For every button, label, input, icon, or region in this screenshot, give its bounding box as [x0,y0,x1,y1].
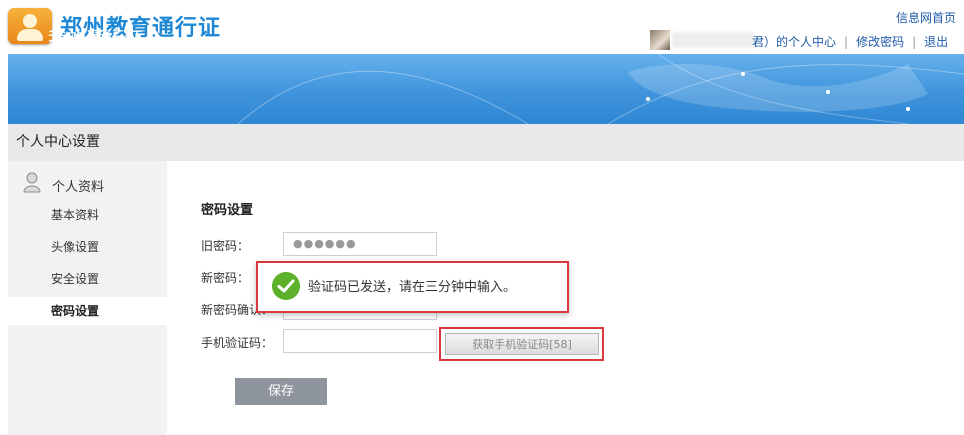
check-icon [272,272,300,300]
banner-title[interactable]: 我的通行证 ❯ [48,24,165,51]
sidebar-item-password[interactable]: 密码设置 [8,297,167,325]
banner-map-decoration [237,54,964,124]
profile-icon [23,172,41,193]
username-redacted [672,32,754,48]
save-button[interactable]: 保存 [235,378,327,405]
logo-icon [8,8,52,44]
logout-link[interactable]: 退出 [924,35,948,49]
old-password-label: 旧密码： [201,239,250,253]
sidebar-item-label: 密码设置 [51,304,100,318]
personal-center-link[interactable]: 君）的个人中心 [752,35,836,49]
sidebar-item-label: 头像设置 [51,240,100,254]
old-password-input[interactable]: ●●●●●● [283,232,437,256]
get-sms-code-button[interactable]: 获取手机验证码[58] [445,333,599,355]
sidebar-item-label: 基本资料 [51,208,100,222]
change-password-link[interactable]: 修改密码 [856,35,904,49]
old-password-value: ●●●●●● [293,237,357,250]
section-bar [8,124,964,161]
section-title: 个人中心设置 [16,134,100,150]
sidebar-item-label: 安全设置 [51,272,100,286]
sidebar-item-avatar[interactable]: 头像设置 [8,233,167,261]
new-password-label: 新密码： [201,271,250,285]
toast-message: 验证码已发送，请在三分钟中输入。 [308,280,517,295]
sidebar-item-security[interactable]: 安全设置 [8,265,167,293]
sidebar-item-basic-info[interactable]: 基本资料 [8,201,167,229]
sms-code-label: 手机验证码： [201,336,274,350]
sms-code-input[interactable] [283,329,437,353]
user-links: 君）的个人中心 | 修改密码 | 退出 [752,35,949,49]
user-avatar[interactable] [650,30,670,50]
banner [8,54,964,124]
form-title: 密码设置 [201,203,254,218]
sidebar-header: 个人资料 [52,180,105,195]
home-link[interactable]: 信息网首页 [896,9,956,26]
